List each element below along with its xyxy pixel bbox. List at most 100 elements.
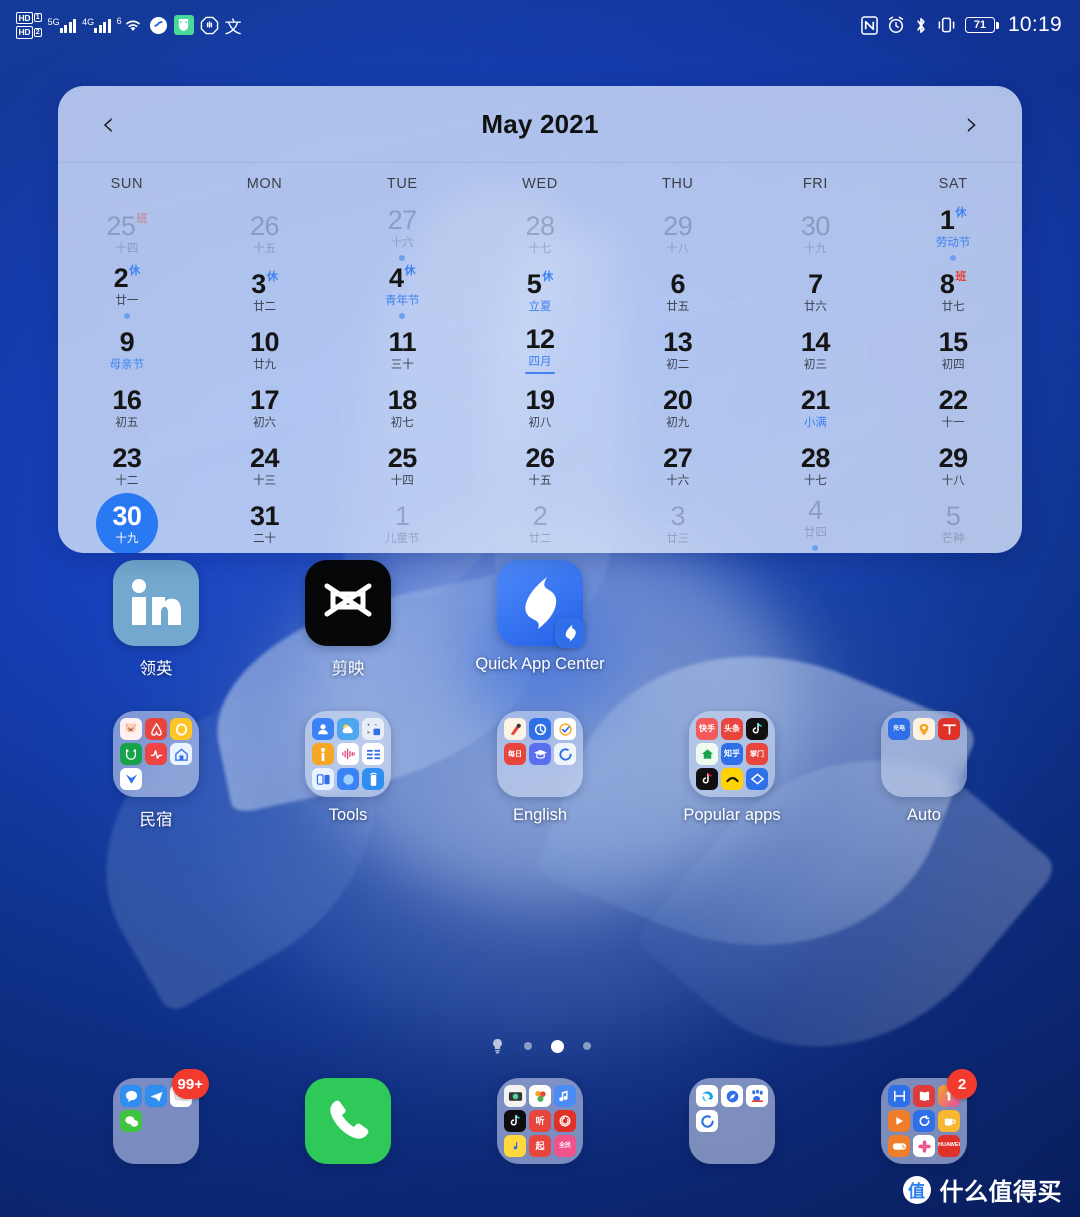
calendar-day-28[interactable]: 28 十七: [471, 205, 609, 263]
folder-popular-apps[interactable]: 快手 头条 知乎 掌门 Popular apps: [636, 711, 828, 830]
calendar-day-17[interactable]: 17 初六: [196, 379, 334, 437]
calendar-day-24[interactable]: 24 十三: [196, 437, 334, 495]
calendar-day-4[interactable]: 4 廿四: [747, 495, 885, 553]
day-number-row: 30: [801, 212, 831, 240]
page-dot-2-active[interactable]: [550, 1039, 564, 1053]
calendar-day-19[interactable]: 19 初八: [471, 379, 609, 437]
calendar-day-9[interactable]: 9 母亲节: [58, 321, 196, 379]
calendar-day-28[interactable]: 28 十七: [747, 437, 885, 495]
weekday-thu: THU: [661, 176, 694, 192]
calendar-day-13[interactable]: 13 初二: [609, 321, 747, 379]
mini-icon-meituan: [170, 718, 192, 740]
mini-icon-zhihu: 知乎: [721, 743, 743, 765]
app-quick-app-center[interactable]: Quick App Center: [444, 560, 636, 679]
calendar-day-26[interactable]: 26 十五: [471, 437, 609, 495]
calendar-day-5[interactable]: 5 芒种: [884, 495, 1022, 553]
calendar-day-1[interactable]: 1 休劳动节: [884, 205, 1022, 263]
calendar-day-29[interactable]: 29 十八: [884, 437, 1022, 495]
calendar-day-27[interactable]: 27 十六: [333, 205, 471, 263]
prev-month-button[interactable]: ‹: [88, 107, 128, 141]
dock-folder-media[interactable]: 听 起 全民: [444, 1078, 636, 1164]
app-capcut[interactable]: 剪映: [252, 560, 444, 679]
calendar-day-23[interactable]: 23 十二: [58, 437, 196, 495]
day-number: 18: [387, 384, 418, 415]
calendar-day-1[interactable]: 1 儿童节: [333, 495, 471, 553]
folder-english[interactable]: 每日 English: [444, 711, 636, 830]
calendar-day-22[interactable]: 22 十一: [884, 379, 1022, 437]
english-folder-icon[interactable]: 每日: [497, 711, 583, 797]
linkedin-icon[interactable]: [113, 560, 199, 646]
page-dot-3[interactable]: [582, 1042, 591, 1050]
calendar-day-4[interactable]: 4 休青年节: [333, 263, 471, 321]
mini-icon-recorder: [337, 743, 359, 765]
mini-icon-douyin-2: [696, 768, 718, 790]
browser-folder-icon[interactable]: [689, 1078, 775, 1164]
huawei-folder-icon[interactable]: HUAWEI 2: [881, 1069, 977, 1164]
auto-folder-icon[interactable]: 充电: [881, 711, 967, 797]
calendar-day-30[interactable]: 30 十九: [58, 493, 196, 553]
assistant-bulb-icon[interactable]: [490, 1038, 505, 1054]
calendar-weekday-row: SUN MON TUE WED THU FRI SAT: [58, 163, 1022, 205]
folder-tools[interactable]: + − × Tools: [252, 711, 444, 830]
calendar-day-11[interactable]: 11 三十: [333, 321, 471, 379]
calendar-day-30[interactable]: 30 十九: [747, 205, 885, 263]
dock-app-phone[interactable]: [252, 1078, 444, 1164]
mini-icon-empty: [145, 1135, 167, 1157]
next-month-button[interactable]: ›: [952, 107, 992, 141]
calendar-day-2[interactable]: 2 廿二: [471, 495, 609, 553]
mini-icon-empty: [721, 1110, 743, 1132]
media-folder-icon[interactable]: 听 起 全民: [497, 1078, 583, 1164]
folder-minsu[interactable]: 🐷 民宿: [60, 711, 252, 830]
lunar-label: 十九: [803, 242, 827, 255]
calendar-day-15[interactable]: 15 初四: [884, 321, 1022, 379]
calendar-day-3[interactable]: 3 休廿二: [196, 263, 334, 321]
page-indicator[interactable]: [0, 1038, 1080, 1054]
calendar-day-10[interactable]: 10 廿九: [196, 321, 334, 379]
page-dot-1[interactable]: [523, 1042, 532, 1050]
calendar-day-6[interactable]: 6 廿五: [609, 263, 747, 321]
calendar-day-5[interactable]: 5 休立夏: [471, 263, 609, 321]
calendar-widget[interactable]: ‹ May 2021 › SUN MON TUE WED THU FRI SAT…: [58, 86, 1022, 553]
mini-icon-quark: [696, 1110, 718, 1132]
calendar-day-18[interactable]: 18 初七: [333, 379, 471, 437]
calendar-day-25[interactable]: 25 十四: [333, 437, 471, 495]
day-number-row: 1休: [940, 207, 967, 234]
calendar-day-3[interactable]: 3 廿三: [609, 495, 747, 553]
quick-app-center-icon[interactable]: [497, 560, 585, 648]
calendar-day-7[interactable]: 7 廿六: [747, 263, 885, 321]
calendar-day-8[interactable]: 8 班廿七: [884, 263, 1022, 321]
day-number: 13: [663, 326, 693, 357]
minsu-folder-icon[interactable]: 🐷: [113, 711, 199, 797]
mini-icon-empty: [746, 1135, 768, 1157]
mini-icon-empty: [120, 1135, 142, 1157]
social-folder-icon[interactable]: 99+: [113, 1069, 209, 1164]
calendar-day-16[interactable]: 16 初五: [58, 379, 196, 437]
dock-folder-huawei[interactable]: HUAWEI 2: [828, 1069, 1020, 1164]
calendar-day-20[interactable]: 20 初九: [609, 379, 747, 437]
calendar-day-12[interactable]: 12 四月: [471, 321, 609, 379]
phone-icon[interactable]: [305, 1078, 391, 1164]
dock-folder-browser[interactable]: [636, 1078, 828, 1164]
lunar-label: 廿一: [115, 295, 139, 308]
mini-icon-empty: [888, 743, 910, 765]
calendar-day-31[interactable]: 31 二十: [196, 495, 334, 553]
day-number-row: 30: [112, 502, 142, 530]
calendar-day-25[interactable]: 25 班十四: [58, 205, 196, 263]
home-app-grid: 领英 剪映 Quick App Center 🐷 民宿 + − × Tools …: [0, 560, 1080, 830]
calendar-day-27[interactable]: 27 十六: [609, 437, 747, 495]
mini-icon-tmall: [120, 743, 142, 765]
unread-badge: 2: [947, 1069, 977, 1099]
calendar-day-grid[interactable]: 25 班十四 26 十五 27 十六 28 十七 29 十八 30 十九 1 休劳动节 2 休廿一 3 休廿二 4 休…: [58, 205, 1022, 553]
capcut-icon[interactable]: [305, 560, 391, 646]
calendar-day-29[interactable]: 29 十八: [609, 205, 747, 263]
app-linkedin[interactable]: 领英: [60, 560, 252, 679]
mini-icon-anjuke: [696, 743, 718, 765]
folder-auto[interactable]: 充电 Auto: [828, 711, 1020, 830]
dock-folder-social[interactable]: 99+: [60, 1069, 252, 1164]
popular-apps-folder-icon[interactable]: 快手 头条 知乎 掌门: [689, 711, 775, 797]
calendar-day-2[interactable]: 2 休廿一: [58, 263, 196, 321]
calendar-day-14[interactable]: 14 初三: [747, 321, 885, 379]
calendar-day-26[interactable]: 26 十五: [196, 205, 334, 263]
tools-folder-icon[interactable]: + − ×: [305, 711, 391, 797]
calendar-day-21[interactable]: 21 小满: [747, 379, 885, 437]
